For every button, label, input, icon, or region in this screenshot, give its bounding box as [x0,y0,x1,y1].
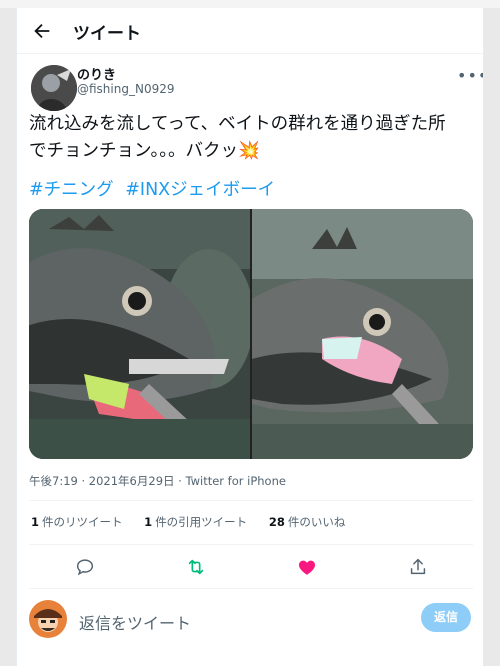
reply-composer: 返信をツイート 返信 [17,588,483,666]
likes-stat[interactable]: 28 件のいいね [269,515,346,529]
tweet-timestamp[interactable]: 午後7:19 · 2021年6月29日 · Twitter for iPhone [29,473,286,489]
back-arrow-icon[interactable] [31,20,53,42]
quotes-label: 件の引用ツイート [155,515,248,529]
user-avatar [29,600,67,638]
tweet-actions [17,548,483,588]
quotes-count: 1 [144,515,153,529]
author-avatar[interactable] [31,65,77,111]
hashtag-link[interactable]: #INXジェイボーイ [125,180,275,200]
author-name[interactable]: のりき [77,64,116,83]
bookmarks-bar [0,0,500,8]
divider [29,500,473,501]
page-header: ツイート [17,8,483,54]
fish-photo-1[interactable] [29,209,250,459]
reply-icon[interactable] [74,556,96,578]
tweet-text-line: 流れ込みを流してって、ベイトの群れを通り過ぎた所 [29,114,446,134]
retweets-stat[interactable]: 1 件のリツイート [31,515,123,529]
likes-count: 28 [268,515,285,529]
retweet-icon[interactable] [185,556,207,578]
like-icon[interactable] [296,556,318,578]
retweets-label: 件のリツイート [42,515,123,529]
tweet-stats: 1 件のリツイート 1 件の引用ツイート 28 件のいいね [31,514,363,530]
hashtag-link[interactable]: #チニング [29,180,114,200]
divider [29,544,473,545]
fish-photo-2[interactable] [252,209,473,459]
more-icon[interactable]: ••• [457,66,483,85]
author-handle[interactable]: @fishing_N0929 [77,82,175,96]
hashtags: #チニング #INXジェイボーイ [29,176,281,201]
page-title: ツイート [73,24,141,44]
retweets-count: 1 [31,515,40,529]
likes-label: 件のいいね [287,515,346,529]
quotes-stat[interactable]: 1 件の引用ツイート [144,515,247,529]
tweet-media [29,209,473,459]
tweet-page: ツイート のりき @fishing_N0929 ••• 流れ込みを流してって、ベ… [16,8,484,666]
reply-input[interactable]: 返信をツイート [79,610,191,634]
reply-button[interactable]: 返信 [421,603,471,632]
share-icon[interactable] [407,556,429,578]
tweet-text: 流れ込みを流してって、ベイトの群れを通り過ぎた所 でチョンチョン。。。バクッ💥 [29,111,473,165]
tweet-text-line: でチョンチョン。。。バクッ💥 [29,141,260,161]
